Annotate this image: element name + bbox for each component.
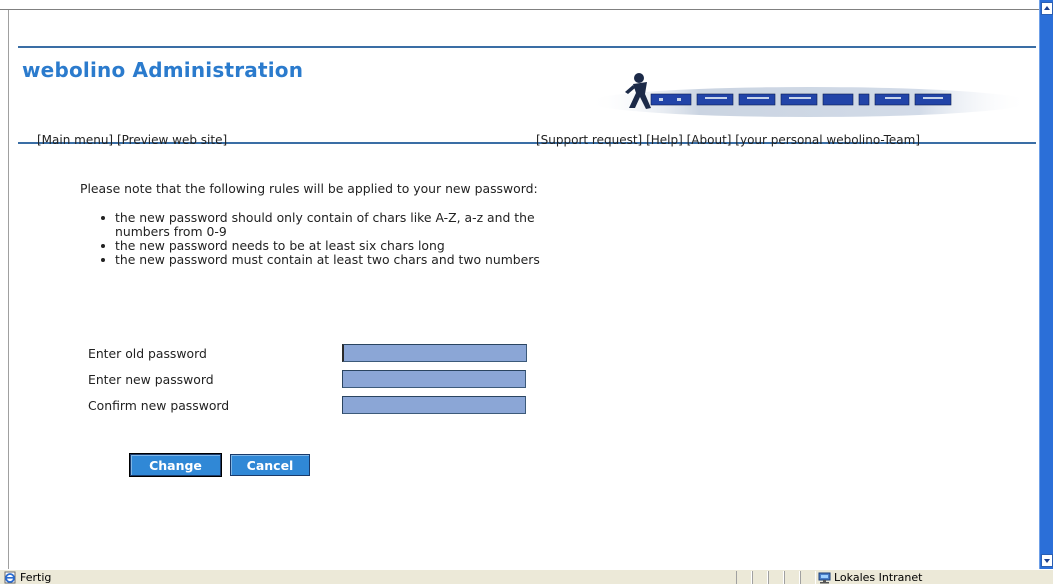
nav-left: [Main menu] [Preview web site] [37,133,227,147]
confirm-password-input[interactable] [342,396,526,414]
rule-item: the new password must contain at least t… [101,252,570,267]
status-text: Fertig [20,571,52,584]
bullet-icon [101,258,105,262]
old-password-input[interactable] [342,344,527,362]
rule-text: the new password must contain at least t… [115,252,540,267]
rule-item: the new password needs to be at least si… [101,238,570,253]
chevron-down-icon[interactable] [1041,554,1053,567]
window-left-frame [0,10,9,569]
main-menu-link[interactable]: [Main menu] [37,133,113,147]
support-request-link[interactable]: [Support request] [536,133,642,147]
rule-text: the new password needs to be at least si… [115,238,445,253]
rule-item: the new password should only contain of … [101,210,570,239]
webolino-logo [589,73,1029,117]
help-link[interactable]: [Help] [646,133,683,147]
bullet-icon [101,244,105,248]
cancel-button[interactable]: Cancel [230,454,310,476]
team-link[interactable]: [your personal webolino-Team] [735,133,920,147]
nav-right: [Support request] [Help] [About] [your p… [536,133,920,147]
status-pane [752,571,768,584]
confirm-password-label: Confirm new password [88,398,230,413]
about-link[interactable]: [About] [687,133,732,147]
page-title: webolino Administration [22,58,304,82]
status-pane [736,571,752,584]
security-zone-text: Lokales Intranet [834,571,923,584]
new-password-input[interactable] [342,370,526,388]
status-pane [800,571,816,584]
bullet-icon [101,216,105,220]
rules-intro-text: Please note that the following rules wil… [80,181,538,196]
ie-page-icon [4,571,16,584]
status-pane [768,571,784,584]
rule-text: the new password should only contain of … [115,210,535,239]
page-content: webolino Administration [Main menu] [Pre… [9,10,1039,569]
status-bar: Fertig Lokales Intranet [0,569,1053,584]
change-button[interactable]: Change [129,453,222,477]
password-rules: Please note that the following rules wil… [80,182,570,267]
chevron-up-icon[interactable] [1041,2,1053,15]
window-top-frame [0,0,1053,10]
status-pane [784,571,800,584]
old-password-label: Enter old password [88,346,207,361]
preview-website-link[interactable]: [Preview web site] [117,133,227,147]
rules-list: the new password should only contain of … [80,211,570,267]
intranet-zone-icon [818,572,831,584]
new-password-label: Enter new password [88,372,214,387]
vertical-scrollbar[interactable] [1039,0,1053,569]
header-top-rule [18,46,1036,48]
browser-viewport: webolino Administration [Main menu] [Pre… [0,0,1053,584]
